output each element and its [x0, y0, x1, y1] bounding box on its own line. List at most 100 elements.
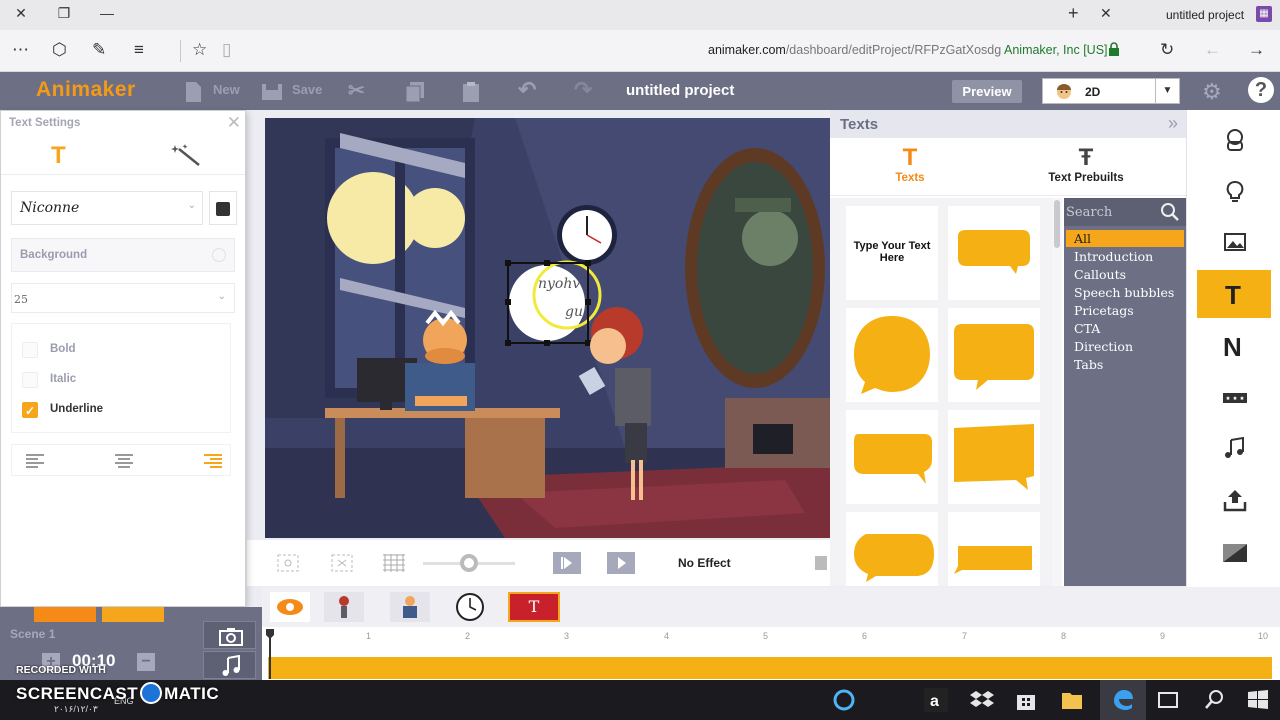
- category-introduction[interactable]: Introduction: [1066, 248, 1184, 265]
- toolbar-effects[interactable]: [1197, 374, 1271, 422]
- windows-start-icon[interactable]: [1246, 688, 1270, 712]
- stage-canvas[interactable]: nyohv gu: [265, 118, 830, 538]
- font-select[interactable]: Niconne ⌄: [11, 191, 203, 225]
- scene-label[interactable]: Scene 1: [10, 627, 55, 641]
- timeline-duration-bar[interactable]: [268, 657, 1272, 679]
- animaker-logo[interactable]: Animaker: [36, 78, 136, 102]
- favorite-star-icon[interactable]: ☆: [192, 40, 207, 60]
- text-style-tab-icon[interactable]: T: [51, 142, 66, 170]
- category-direction[interactable]: Direction: [1066, 338, 1184, 355]
- edge-taskbar-active[interactable]: [1100, 680, 1146, 720]
- text-item-bubble-6[interactable]: [846, 512, 938, 586]
- magic-wand-icon[interactable]: [171, 143, 201, 167]
- text-item-plain[interactable]: Type Your Text Here: [846, 206, 938, 300]
- play-scene-icon[interactable]: [553, 552, 581, 574]
- italic-option[interactable]: Italic: [22, 370, 222, 390]
- reading-list-icon[interactable]: ≡: [134, 40, 144, 60]
- new-file-icon[interactable]: [182, 81, 204, 103]
- back-icon[interactable]: ←: [1204, 40, 1221, 60]
- restore-window-icon[interactable]: ❐: [53, 5, 75, 22]
- text-item-bubble-3[interactable]: [948, 308, 1040, 402]
- gear-icon[interactable]: ⚙: [1202, 79, 1222, 105]
- playhead[interactable]: [266, 629, 274, 679]
- category-pricetags[interactable]: Pricetags: [1066, 302, 1184, 319]
- toolbar-characters[interactable]: [1197, 116, 1271, 164]
- file-explorer-icon[interactable]: [1060, 688, 1084, 712]
- cut-icon[interactable]: ✂: [348, 78, 365, 103]
- mode-select[interactable]: 2D ▼: [1042, 78, 1180, 104]
- paste-icon[interactable]: [460, 81, 482, 103]
- category-cta[interactable]: CTA: [1066, 320, 1184, 337]
- toolbar-numbers[interactable]: N: [1197, 322, 1271, 370]
- project-title[interactable]: untitled project: [626, 82, 734, 99]
- tab-close-icon[interactable]: ✕: [1100, 5, 1112, 22]
- tab-title[interactable]: untitled project: [1166, 8, 1244, 22]
- search-icon[interactable]: [1160, 202, 1180, 222]
- timeline-item-woman[interactable]: [324, 592, 364, 622]
- copy-icon[interactable]: [404, 81, 426, 103]
- amazon-icon[interactable]: a: [924, 688, 948, 712]
- toolbar-backgrounds[interactable]: [1197, 218, 1271, 266]
- underline-checkbox[interactable]: ✓: [22, 402, 38, 418]
- close-icon[interactable]: ✕: [227, 113, 241, 133]
- play-icon[interactable]: [607, 552, 635, 574]
- cortana-icon[interactable]: [832, 688, 856, 712]
- zoom-slider-handle[interactable]: [460, 554, 478, 572]
- hub-icon[interactable]: ⬡: [52, 40, 67, 60]
- help-icon[interactable]: ?: [1248, 77, 1274, 103]
- toolbar-upload[interactable]: [1197, 476, 1271, 524]
- toolbar-music[interactable]: [1197, 424, 1271, 472]
- category-all[interactable]: All: [1066, 230, 1184, 247]
- save-icon[interactable]: [261, 81, 283, 103]
- selected-text-line2[interactable]: gu: [565, 304, 583, 320]
- background-color-circle[interactable]: [212, 248, 226, 262]
- minimize-window-icon[interactable]: —: [96, 5, 118, 21]
- tab-text-prebuilts[interactable]: Ŧ Text Prebuilts: [1006, 144, 1166, 184]
- secure-site-label[interactable]: Animaker, Inc [US]: [1004, 43, 1108, 57]
- bold-checkbox[interactable]: [22, 342, 38, 358]
- dropbox-icon[interactable]: [970, 688, 994, 712]
- tab-texts[interactable]: T Texts: [830, 144, 990, 184]
- effect-dropdown-icon[interactable]: [815, 556, 827, 570]
- notes-icon[interactable]: ✎: [92, 40, 106, 60]
- task-view-icon[interactable]: [1156, 688, 1180, 712]
- caret-down-icon[interactable]: ▼: [1155, 79, 1179, 103]
- reading-view-icon[interactable]: ▯: [222, 40, 231, 60]
- text-search-input[interactable]: [1066, 202, 1156, 222]
- underline-option[interactable]: ✓ Underline: [22, 400, 222, 420]
- preview-button[interactable]: Preview: [952, 80, 1022, 103]
- selected-text-line1[interactable]: nyohv: [538, 276, 580, 292]
- toolbar-text[interactable]: T: [1197, 270, 1271, 318]
- forward-icon[interactable]: →: [1248, 40, 1265, 60]
- bold-option[interactable]: Bold: [22, 340, 222, 360]
- close-window-icon[interactable]: ✕: [10, 5, 32, 22]
- timeline-item-boss[interactable]: [390, 592, 430, 622]
- background-color-field[interactable]: Background: [11, 238, 235, 272]
- timeline-ruler[interactable]: 1 2 3 4 5 6 7 8 9 10: [262, 627, 1280, 657]
- text-item-bubble-7[interactable]: [948, 512, 1040, 586]
- text-item-bubble-1[interactable]: [948, 206, 1040, 300]
- new-button[interactable]: New: [213, 82, 240, 97]
- collapse-panel-icon[interactable]: »: [1168, 113, 1178, 134]
- align-center-icon[interactable]: [114, 453, 134, 469]
- fit-view-icon[interactable]: [275, 552, 301, 574]
- text-item-bubble-4[interactable]: [846, 410, 938, 504]
- save-button[interactable]: Save: [292, 82, 322, 97]
- timeline-item-scene[interactable]: [270, 592, 310, 622]
- scene-next-button[interactable]: [102, 607, 164, 622]
- category-tabs[interactable]: Tabs: [1066, 356, 1184, 373]
- font-size-select[interactable]: 25 ⌄: [11, 283, 235, 313]
- text-item-bubble-2[interactable]: [846, 308, 938, 402]
- scene-play-button[interactable]: [34, 607, 96, 622]
- more-icon[interactable]: ⋯: [12, 40, 29, 60]
- category-speech-bubbles[interactable]: Speech bubbles: [1066, 284, 1184, 301]
- toolbar-transitions[interactable]: [1197, 528, 1271, 576]
- refresh-icon[interactable]: ↻: [1160, 40, 1174, 60]
- fullscreen-icon[interactable]: [329, 552, 355, 574]
- timeline-item-clock[interactable]: [450, 592, 490, 622]
- align-right-icon[interactable]: [202, 453, 222, 469]
- text-item-bubble-5[interactable]: [948, 410, 1040, 504]
- search-icon[interactable]: [1202, 688, 1226, 712]
- text-items-scrollbar[interactable]: [1052, 198, 1062, 586]
- camera-button[interactable]: [203, 621, 256, 649]
